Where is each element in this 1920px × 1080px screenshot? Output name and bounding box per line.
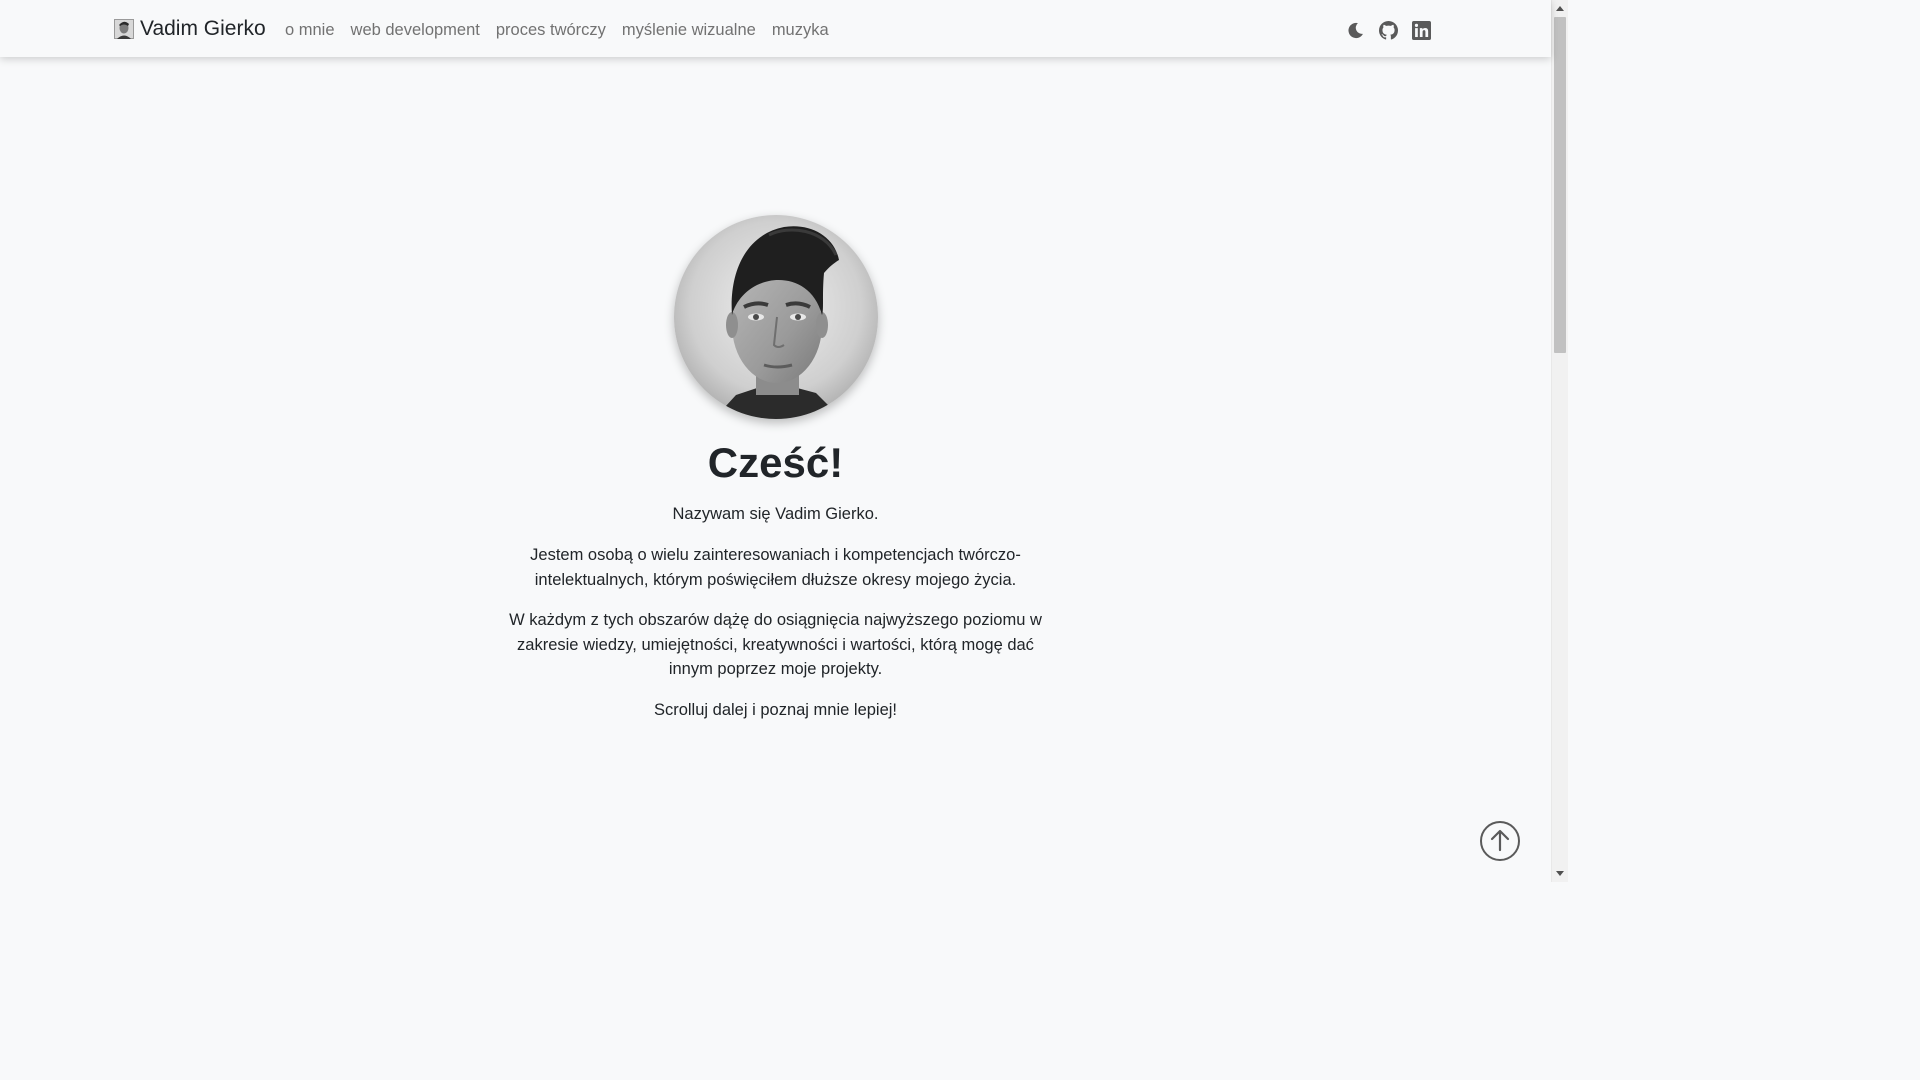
intro-paragraph-4: Scrolluj dalej i poznaj mnie lepiej!	[653, 701, 898, 719]
intro-paragraph-3: W każdym z tych obszarów dążę do osiągni…	[509, 611, 1042, 678]
github-icon[interactable]	[1379, 21, 1398, 40]
intro-paragraph-1: Nazywam się Vadim Gierko.	[672, 505, 879, 523]
nav-link-myslenie-wizualne[interactable]: myślenie wizualne	[622, 19, 756, 41]
nav-link-web-development[interactable]: web development	[351, 19, 480, 41]
navbar: Vadim Gierko o mnie web development proc…	[0, 0, 1551, 57]
hero-title: Cześć!	[707, 439, 844, 486]
nav-link-muzyka[interactable]: muzyka	[772, 19, 829, 41]
brand-link[interactable]: Vadim Gierko	[114, 16, 266, 42]
nav-link-o-mnie[interactable]: o mnie	[285, 19, 335, 41]
scrollbar-thumb[interactable]	[1554, 17, 1566, 353]
scroll-down-arrow-icon[interactable]	[1556, 871, 1564, 876]
page-scrollbar[interactable]	[1551, 0, 1568, 882]
nav-link-proces-tworczy[interactable]: proces twórczy	[496, 19, 606, 41]
page: Vadim Gierko o mnie web development proc…	[0, 0, 1568, 882]
arrow-up-icon	[1490, 829, 1510, 852]
avatar	[674, 215, 878, 419]
brand-name: Vadim Gierko	[140, 17, 266, 40]
scroll-up-arrow-icon[interactable]	[1556, 6, 1564, 11]
moon-icon[interactable]	[1346, 21, 1365, 40]
nav-icons	[1346, 21, 1431, 40]
back-to-top-button[interactable]	[1480, 821, 1520, 861]
intro-paragraph-2: Jestem osobą o wielu zainteresowaniach i…	[530, 546, 1021, 589]
brand-avatar-icon	[114, 19, 134, 39]
linkedin-icon[interactable]	[1412, 21, 1431, 40]
profile-photo	[674, 215, 878, 419]
nav-links: o mnie web development proces twórczy my…	[285, 19, 829, 41]
